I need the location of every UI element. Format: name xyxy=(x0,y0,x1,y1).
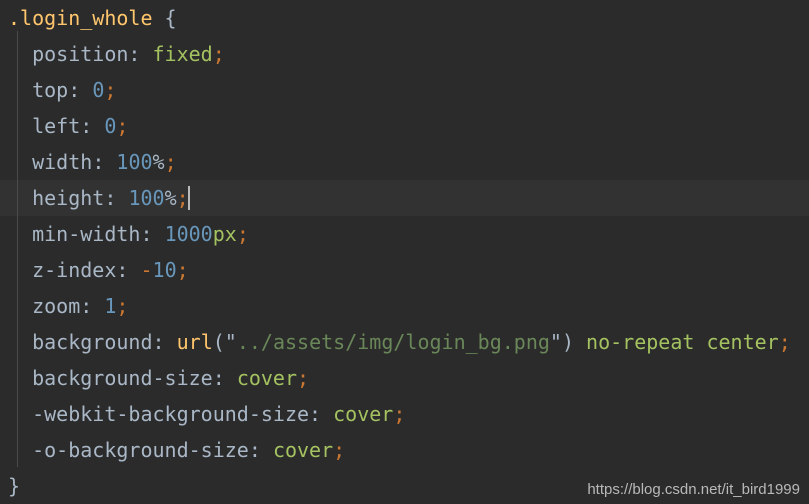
css-value-number: 0 xyxy=(104,114,117,138)
css-value-number: 0 xyxy=(92,78,105,102)
semicolon: ; xyxy=(297,366,310,390)
code-line-11[interactable]: background-size: cover; xyxy=(0,360,809,396)
code-editor[interactable]: .login_whole { position: fixed; top: 0; … xyxy=(0,0,809,504)
css-value-cover: cover xyxy=(236,366,298,390)
semicolon: ; xyxy=(333,438,346,462)
css-property-z-index: z-index xyxy=(32,258,117,282)
colon: : xyxy=(68,78,93,102)
css-value-number: 1 xyxy=(104,294,117,318)
colon: : xyxy=(140,222,165,246)
css-unit-percent: % xyxy=(152,150,165,174)
css-property-background-size: background-size xyxy=(32,366,213,390)
css-property-width: width xyxy=(32,150,93,174)
negative-sign: - xyxy=(140,258,153,282)
css-value-number: 100 xyxy=(128,186,165,210)
css-value-number: 10 xyxy=(152,258,177,282)
css-property-position: position xyxy=(32,42,129,66)
css-selector: .login_whole xyxy=(8,6,153,30)
css-property-left: left xyxy=(32,114,81,138)
open-brace: { xyxy=(164,6,177,30)
css-value-center: center xyxy=(706,330,779,354)
close-brace: } xyxy=(8,474,21,498)
css-property-min-width: min-width xyxy=(32,222,141,246)
colon: : xyxy=(152,330,177,354)
code-line-6-current[interactable]: height: 100%; xyxy=(0,180,809,216)
css-property-zoom: zoom xyxy=(32,294,81,318)
css-string-image-path: ../assets/img/login_bg.png xyxy=(236,330,550,354)
css-property-webkit-background-size: -webkit-background-size xyxy=(32,402,310,426)
code-line-7[interactable]: min-width: 1000px; xyxy=(0,216,809,252)
code-line-9[interactable]: zoom: 1; xyxy=(0,288,809,324)
css-unit-percent: % xyxy=(164,186,177,210)
css-value-number: 1000 xyxy=(164,222,213,246)
semicolon: ; xyxy=(104,78,117,102)
colon: : xyxy=(212,366,237,390)
css-value-number: 100 xyxy=(116,150,153,174)
code-line-10[interactable]: background: url("../assets/img/login_bg.… xyxy=(0,324,809,360)
open-quote: " xyxy=(224,330,237,354)
open-paren: ( xyxy=(212,330,225,354)
semicolon: ; xyxy=(393,402,406,426)
css-value-fixed: fixed xyxy=(152,42,213,66)
code-line-8[interactable]: z-index: -10; xyxy=(0,252,809,288)
semicolon: ; xyxy=(116,294,129,318)
code-line-3[interactable]: top: 0; xyxy=(0,72,809,108)
code-line-4[interactable]: left: 0; xyxy=(0,108,809,144)
colon: : xyxy=(128,42,153,66)
colon: : xyxy=(248,438,273,462)
colon: : xyxy=(80,294,105,318)
colon: : xyxy=(92,150,117,174)
colon: : xyxy=(104,186,129,210)
code-content-area[interactable]: .login_whole { position: fixed; top: 0; … xyxy=(0,0,809,504)
css-property-background: background xyxy=(32,330,153,354)
code-line-13[interactable]: -o-background-size: cover; xyxy=(0,432,809,468)
css-property-height: height xyxy=(32,186,105,210)
semicolon: ; xyxy=(212,42,225,66)
close-quote: " xyxy=(549,330,562,354)
text-caret xyxy=(187,186,190,210)
css-value-cover: cover xyxy=(333,402,394,426)
css-function-url: url xyxy=(176,330,213,354)
colon: : xyxy=(116,258,141,282)
code-line-12[interactable]: -webkit-background-size: cover; xyxy=(0,396,809,432)
watermark-url: https://blog.csdn.net/it_bird1999 xyxy=(587,481,800,498)
semicolon: ; xyxy=(116,114,129,138)
semicolon: ; xyxy=(164,150,177,174)
code-line-1[interactable]: .login_whole { xyxy=(0,0,809,36)
css-property-o-background-size: -o-background-size xyxy=(32,438,249,462)
colon: : xyxy=(80,114,105,138)
colon: : xyxy=(309,402,334,426)
code-line-2[interactable]: position: fixed; xyxy=(0,36,809,72)
css-property-top: top xyxy=(32,78,69,102)
css-value-cover: cover xyxy=(272,438,334,462)
close-paren: ) xyxy=(561,330,574,354)
css-unit-px: px xyxy=(212,222,237,246)
code-line-5[interactable]: width: 100%; xyxy=(0,144,809,180)
semicolon: ; xyxy=(176,258,189,282)
css-value-no-repeat: no-repeat xyxy=(586,330,695,354)
semicolon: ; xyxy=(236,222,249,246)
semicolon: ; xyxy=(778,330,791,354)
